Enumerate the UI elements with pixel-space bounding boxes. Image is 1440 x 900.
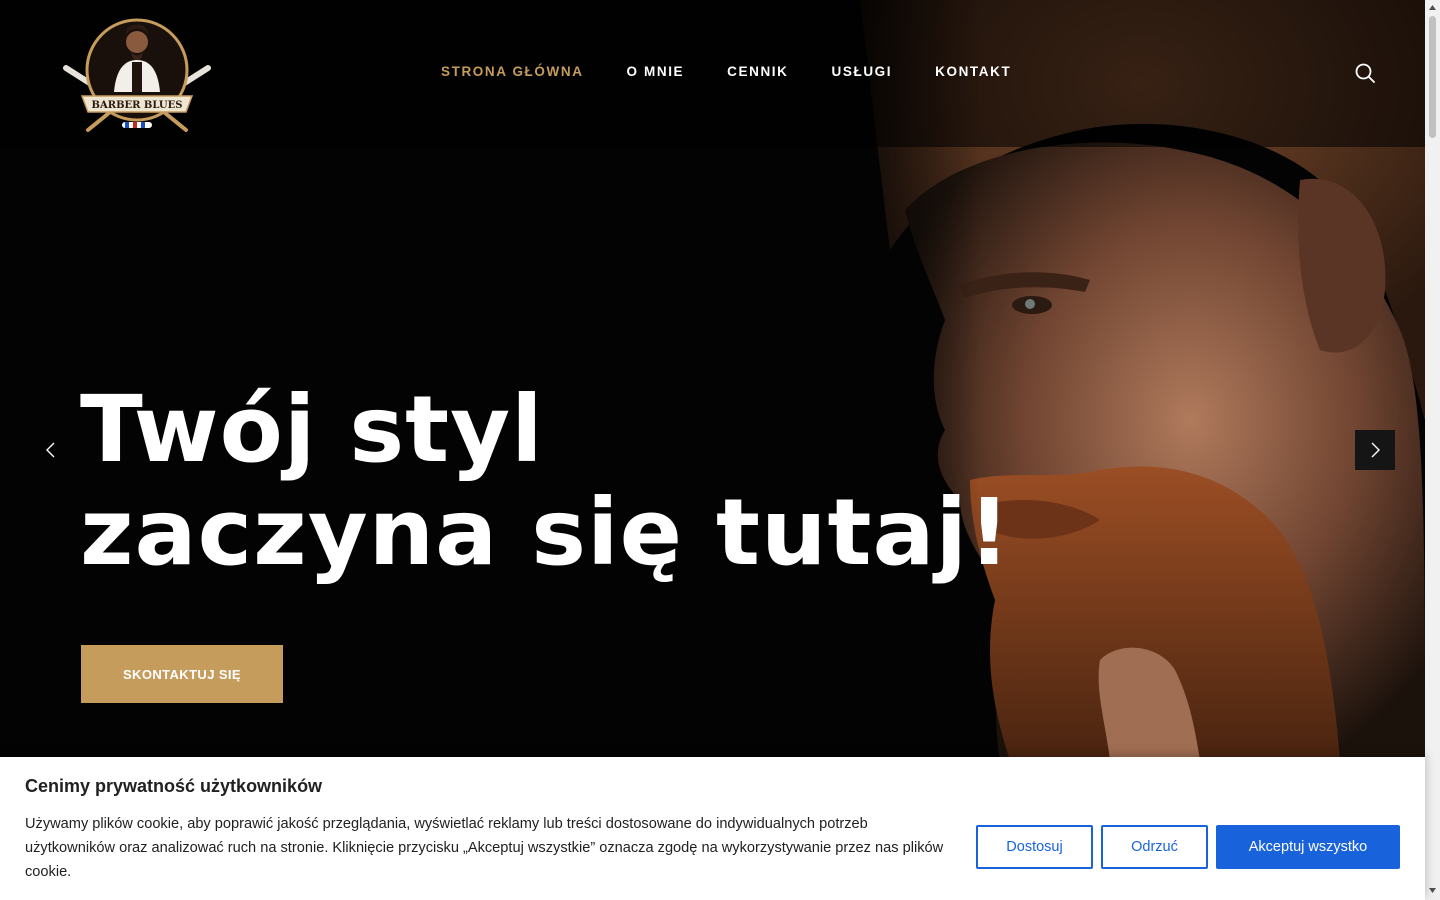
reject-button[interactable]: Odrzuć	[1101, 825, 1208, 869]
cookie-consent-banner: Cenimy prywatność użytkowników Używamy p…	[0, 757, 1425, 900]
main-navigation: STRONA GŁÓWNA O MNIE CENNIK USŁUGI KONTA…	[441, 64, 1054, 79]
nav-item-cennik[interactable]: CENNIK	[727, 64, 788, 79]
page-scrollbar[interactable]	[1425, 0, 1440, 900]
scrollbar-thumb[interactable]	[1429, 16, 1436, 138]
scroll-up-arrow-icon[interactable]	[1428, 3, 1437, 12]
nav-item-strona-glowna[interactable]: STRONA GŁÓWNA	[441, 64, 584, 79]
hero-headline: Twój styl zaczyna się tutaj!	[80, 378, 1011, 584]
chevron-left-icon[interactable]	[38, 434, 64, 466]
hero-headline-line-1: Twój styl	[80, 376, 544, 483]
cookie-title: Cenimy prywatność użytkowników	[25, 776, 323, 796]
hero-headline-line-2: zaczyna się tutaj!	[80, 479, 1012, 586]
scroll-down-arrow-icon[interactable]	[1428, 886, 1437, 895]
contact-cta-button[interactable]: SKONTAKTUJ SIĘ	[81, 645, 283, 703]
site-header: BARBER BLUES STRONA GŁÓWNA O MNIE CENNIK…	[0, 0, 1425, 147]
accept-all-button[interactable]: Akceptuj wszystko	[1216, 825, 1400, 869]
customize-button[interactable]: Dostosuj	[976, 825, 1093, 869]
nav-item-kontakt[interactable]: KONTAKT	[935, 64, 1011, 79]
cookie-description: Używamy plików cookie, aby poprawić jako…	[25, 816, 944, 880]
chevron-right-icon	[1371, 442, 1380, 458]
nav-item-o-mnie[interactable]: O MNIE	[627, 64, 685, 79]
search-icon[interactable]	[1354, 62, 1376, 84]
nav-item-uslugi[interactable]: USŁUGI	[832, 64, 893, 79]
svg-text:BARBER BLUES: BARBER BLUES	[92, 100, 183, 111]
barber-blues-logo[interactable]: BARBER BLUES	[62, 12, 212, 136]
slider-next-button[interactable]	[1355, 430, 1395, 470]
page: BARBER BLUES STRONA GŁÓWNA O MNIE CENNIK…	[0, 0, 1440, 900]
